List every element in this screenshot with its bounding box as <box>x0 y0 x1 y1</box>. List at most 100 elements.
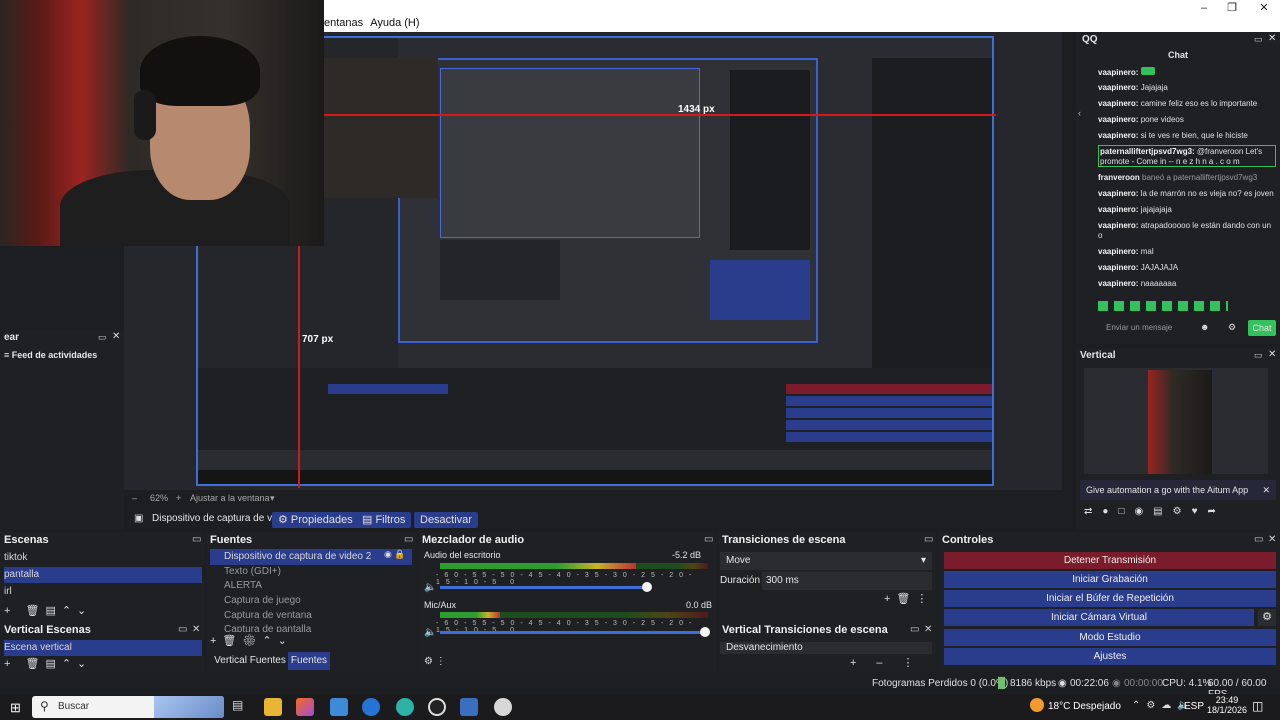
start-recording-button[interactable]: Iniciar Grabación <box>944 571 1276 588</box>
app-icon[interactable] <box>296 698 314 716</box>
speaker-icon[interactable]: 🔈 <box>424 582 436 593</box>
cpu-usage: CPU: 4.1% <box>1162 678 1212 689</box>
weather-text[interactable]: 18°C Despejado <box>1048 701 1121 712</box>
vertical-actions[interactable]: ⇄●□◉▤⚙♥➦ <box>1084 506 1272 522</box>
taskbar-search[interactable]: ⚲ Buscar <box>32 696 224 718</box>
edge-icon[interactable] <box>396 698 414 716</box>
source-item[interactable]: ALERTA <box>210 578 412 594</box>
source-item[interactable]: Captura de pantalla <box>210 622 412 632</box>
language-indicator[interactable]: ESP <box>1184 701 1204 712</box>
source-item-selected[interactable]: Dispositivo de captura de video 2 <box>210 549 412 565</box>
deactivate-button[interactable]: Desactivar <box>414 512 478 528</box>
vertical-scene-actions[interactable]: + 🗑▤⌃⌄ <box>4 657 92 670</box>
tab-sources[interactable]: Fuentes <box>288 652 330 670</box>
studio-mode-button[interactable]: Modo Estudio <box>944 629 1276 646</box>
aitum-banner: Give automation a go with the Aitum App ✕ <box>1080 480 1276 500</box>
vertical-transition-select[interactable]: Desvanecimiento <box>720 642 932 654</box>
clock[interactable]: 23:49 18/1/2026 <box>1206 695 1248 715</box>
transition-actions[interactable]: +🗑⋮ <box>884 592 933 605</box>
status-bar: Fotogramas Perdidos 0 (0.0%) █ 8186 kbps… <box>0 674 1280 700</box>
emoji-icon[interactable]: ☻ <box>1200 322 1209 332</box>
selected-source-name: Dispositivo de captura de v <box>152 513 273 524</box>
settings-button[interactable]: Ajustes <box>944 648 1276 665</box>
chat-user: vaapinero: <box>1098 99 1139 108</box>
chevron-down-icon: ▾ <box>920 555 926 566</box>
chat-message: vaapinero: JAJAJAJA <box>1098 263 1276 273</box>
close-icon[interactable]: ✕ <box>1262 480 1270 500</box>
chat-user: vaapinero: <box>1098 189 1139 198</box>
float-icon[interactable]: ▭ <box>192 534 201 545</box>
scene-actions[interactable]: + 🗑▤⌃⌄ <box>4 604 92 617</box>
mail-icon[interactable] <box>362 698 380 716</box>
transitions-dock: Transiciones de escena ▭ Move ▾ Duración … <box>718 532 936 672</box>
file-explorer-icon[interactable] <box>264 698 282 716</box>
float-icon[interactable]: ▭ <box>1254 350 1263 361</box>
chat-user: franveroon <box>1098 173 1140 182</box>
close-icon[interactable]: ✕ <box>924 624 932 635</box>
float-icon[interactable]: ▭ <box>704 534 713 545</box>
float-icon[interactable]: ▭ <box>178 624 187 635</box>
scene-item[interactable]: irl <box>4 584 200 600</box>
volume-slider[interactable] <box>700 627 710 637</box>
stream-time: 00:22:06 <box>1070 678 1109 689</box>
speaker-icon[interactable]: 🔈 <box>424 627 436 638</box>
replay-buffer-button[interactable]: Iniciar el Búfer de Repetición <box>944 590 1276 607</box>
float-icon[interactable]: ▭ <box>1254 34 1263 45</box>
task-view-icon[interactable]: ▤ <box>232 698 250 716</box>
menu-item-help[interactable]: Ayuda (H) <box>370 14 419 32</box>
chat-text: la de marrón no es vieja no? es joven <box>1140 189 1274 198</box>
zoom-minus-icon[interactable]: – <box>132 493 137 503</box>
emote-row-icon <box>1098 301 1228 311</box>
scene-item[interactable]: tiktok <box>4 550 200 566</box>
chat-input[interactable]: Enviar un mensaje <box>1098 320 1214 336</box>
scenes-dock: Escenas ▭ tiktok pantalla irl + 🗑▤⌃⌄ Ver… <box>0 532 204 672</box>
close-icon[interactable]: ✕ <box>1268 33 1276 44</box>
tab-vertical-sources[interactable]: Vertical Fuentes <box>210 652 290 670</box>
float-icon[interactable]: ▭ <box>1254 534 1263 545</box>
gear-icon[interactable]: ⚙ <box>1258 609 1276 626</box>
notifications-icon[interactable]: ◫ <box>1252 699 1263 713</box>
transition-select[interactable]: Move ▾ <box>720 552 932 570</box>
chevron-down-icon[interactable]: ▾ <box>270 493 275 504</box>
chat-text: JAJAJAJA <box>1140 263 1179 272</box>
scene-item-selected[interactable]: pantalla <box>4 567 202 583</box>
virtual-camera-button[interactable]: Iniciar Cámara Virtual <box>944 609 1254 626</box>
scenes-title: Escenas <box>4 534 49 546</box>
vertical-preview[interactable] <box>1084 368 1268 474</box>
close-icon[interactable]: ✕ <box>1268 349 1276 360</box>
chat-send-button[interactable]: Chat <box>1248 320 1276 336</box>
volume-slider[interactable] <box>642 582 652 592</box>
transition-selected: Move <box>726 555 751 566</box>
close-icon[interactable]: ✕ <box>1268 534 1276 545</box>
float-icon[interactable]: ▭ <box>924 534 933 545</box>
obs-icon[interactable] <box>428 698 446 716</box>
mixer-settings-icon[interactable]: ⚙ ⋮ <box>424 656 446 667</box>
gear-icon[interactable]: ⚙ <box>1228 322 1236 333</box>
float-icon[interactable]: ▭ <box>404 534 413 545</box>
app-icon[interactable] <box>494 698 512 716</box>
app-window-icon[interactable] <box>460 698 478 716</box>
zoom-plus-icon[interactable]: + <box>176 493 181 503</box>
chevron-left-icon[interactable]: ‹ <box>1078 108 1081 118</box>
source-actions[interactable]: +🗑⚙⌃⌄ <box>210 634 293 647</box>
source-item[interactable]: Captura de juego <box>210 593 412 609</box>
db-scale: -60-55-50-45-40-35-30-25-20-15-10-5 0 <box>436 572 698 586</box>
store-icon[interactable] <box>330 698 348 716</box>
filters-button[interactable]: ▤ Filtros <box>356 512 412 528</box>
float-icon[interactable]: ▭ <box>98 332 107 343</box>
vertical-transition-actions[interactable]: +–⋮ <box>850 656 934 669</box>
vertical-scene-item[interactable]: Escena vertical <box>4 640 202 656</box>
close-icon[interactable]: ✕ <box>192 624 200 635</box>
fit-window-select[interactable]: Ajustar a la ventana <box>190 493 270 503</box>
windows-start-icon[interactable]: ⊞ <box>10 700 21 716</box>
duration-input[interactable]: 300 ms <box>762 572 932 590</box>
chat-text: naaaaaaa <box>1140 279 1177 288</box>
properties-button[interactable]: ⚙ Propiedades <box>272 512 359 528</box>
zoom-level[interactable]: 62% <box>150 493 168 503</box>
menu-item-windows[interactable]: entanas <box>324 14 363 32</box>
stop-stream-button[interactable]: Detener Transmisión <box>944 552 1276 569</box>
source-label: Captura de juego <box>224 595 301 606</box>
float-icon[interactable]: ▭ <box>910 624 919 635</box>
visibility-eye-icon[interactable]: ◉ 🔒 <box>384 549 406 560</box>
close-dock-icon[interactable]: ✕ <box>112 331 120 342</box>
